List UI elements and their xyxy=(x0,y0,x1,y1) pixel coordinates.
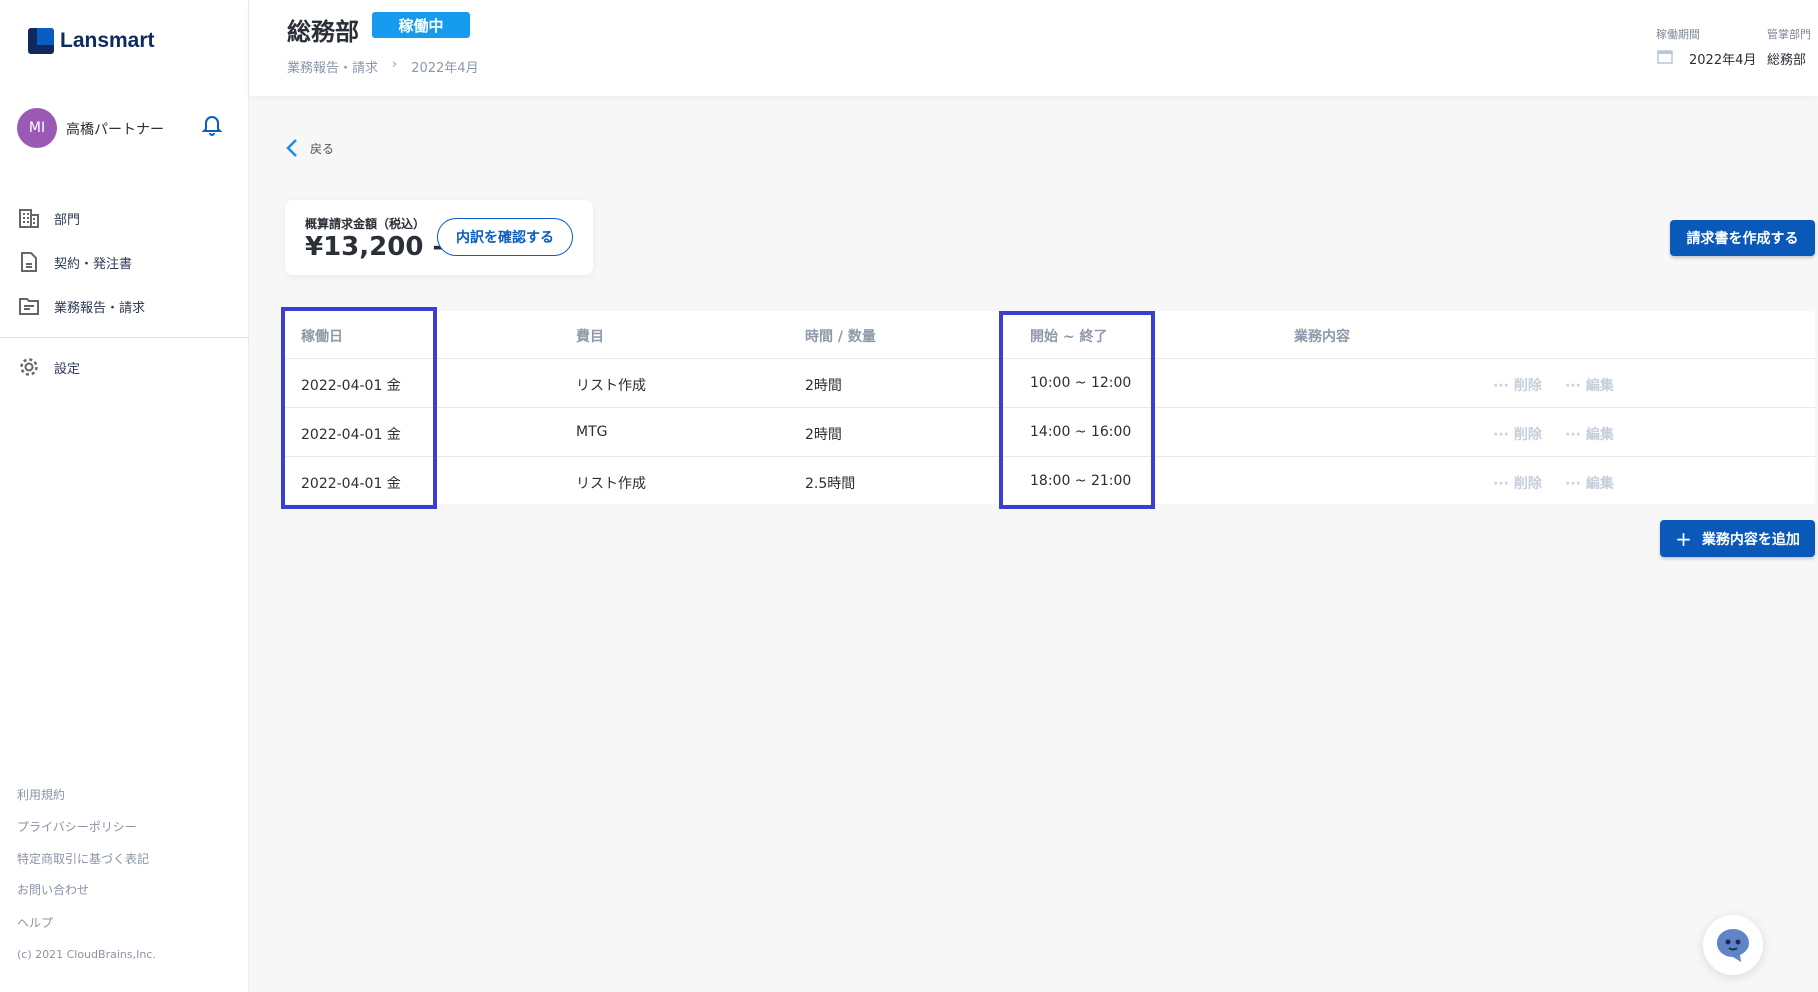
cell-item: リスト作成 xyxy=(576,378,646,394)
bell-icon[interactable] xyxy=(202,114,222,136)
delete-label: 削除 xyxy=(1513,378,1542,394)
edit-button[interactable]: ··· 編集 xyxy=(1565,375,1614,395)
breadcrumb-item[interactable]: 業務報告・請求 xyxy=(287,57,378,76)
column-header-description: 業務内容 xyxy=(1294,329,1350,345)
edit-button[interactable]: ··· 編集 xyxy=(1565,473,1614,493)
delete-button[interactable]: ··· 削除 xyxy=(1493,375,1542,395)
chatbot-icon xyxy=(1717,929,1749,962)
view-breakdown-button[interactable]: 内訳を確認する xyxy=(437,218,573,256)
add-task-label: 業務内容を追加 xyxy=(1701,531,1800,548)
sidebar-item-label: 設定 xyxy=(54,361,81,377)
back-button[interactable]: 戻る xyxy=(286,138,334,158)
delete-label: 削除 xyxy=(1513,476,1542,492)
building-icon xyxy=(19,209,39,228)
footer-link-commerce[interactable]: 特定商取引に基づく表記 xyxy=(17,850,149,867)
copyright: (c) 2021 CloudBrains,Inc. xyxy=(17,948,156,961)
back-label: 戻る xyxy=(310,141,335,156)
edit-button[interactable]: ··· 編集 xyxy=(1565,424,1614,444)
create-invoice-button[interactable]: 請求書を作成する xyxy=(1670,220,1815,256)
summary-card: 概算請求金額（税込） ¥13,200 - 内訳を確認する xyxy=(285,200,593,275)
document-icon xyxy=(21,252,37,272)
user-name[interactable]: 高橋パートナー xyxy=(66,119,164,139)
sidebar-item-reports[interactable]: 業務報告・請求 xyxy=(18,295,145,317)
period-label: 稼働期間 xyxy=(1656,28,1700,41)
edit-label: 編集 xyxy=(1585,378,1614,394)
sidebar-divider xyxy=(0,337,249,338)
cell-item: リスト作成 xyxy=(576,476,646,492)
chevron-left-icon xyxy=(286,139,297,157)
sidebar-item-label: 業務報告・請求 xyxy=(54,300,146,316)
edit-label: 編集 xyxy=(1585,476,1614,492)
cell-item: MTG xyxy=(576,424,608,440)
footer-link-privacy[interactable]: プライバシーポリシー xyxy=(17,818,137,835)
logo-mark-icon xyxy=(28,28,54,54)
chevron-right-icon: › xyxy=(392,57,398,72)
breadcrumb: 業務報告・請求 › 2022年4月 xyxy=(287,57,479,76)
plus-icon: + xyxy=(1675,526,1692,551)
gear-icon xyxy=(20,358,38,376)
delete-label: 削除 xyxy=(1513,427,1542,443)
sidebar-item-label: 契約・発注書 xyxy=(54,256,133,272)
highlight-date-column xyxy=(281,307,437,509)
cell-quantity: 2.5時間 xyxy=(805,476,856,492)
status-badge: 稼働中 xyxy=(372,12,470,38)
delete-button[interactable]: ··· 削除 xyxy=(1493,473,1542,493)
brand-name: Lansmart xyxy=(60,29,155,52)
sidebar-item-label: 部門 xyxy=(54,212,81,228)
footer-link-terms[interactable]: 利用規約 xyxy=(17,786,65,803)
sidebar-item-contracts[interactable]: 契約・発注書 xyxy=(18,251,132,273)
period-value: 2022年4月 xyxy=(1689,53,1757,68)
column-header-quantity: 時間 / 数量 xyxy=(805,329,876,345)
sidebar: Lansmart MI 高橋パートナー 部門 契約・発注書 業務報告・請求 設定… xyxy=(0,0,249,992)
add-task-button[interactable]: + 業務内容を追加 xyxy=(1660,520,1815,557)
breadcrumb-current: 2022年4月 xyxy=(411,61,479,76)
cell-quantity: 2時間 xyxy=(805,427,842,443)
footer-link-contact[interactable]: お問い合わせ xyxy=(17,881,89,898)
folder-icon xyxy=(19,298,39,315)
summary-amount: ¥13,200 - xyxy=(305,232,444,262)
column-header-item: 費目 xyxy=(576,329,604,345)
cell-quantity: 2時間 xyxy=(805,378,842,394)
delete-button[interactable]: ··· 削除 xyxy=(1493,424,1542,444)
footer-link-help[interactable]: ヘルプ xyxy=(17,914,53,931)
chatbot-button[interactable] xyxy=(1703,915,1763,975)
sidebar-item-settings[interactable]: 設定 xyxy=(18,356,80,378)
summary-label: 概算請求金額（税込） xyxy=(305,217,426,231)
calendar-icon xyxy=(1657,50,1673,64)
edit-label: 編集 xyxy=(1585,427,1614,443)
brand-logo[interactable]: Lansmart xyxy=(28,28,155,54)
avatar[interactable]: MI xyxy=(17,108,57,148)
dept-value: 総務部 xyxy=(1767,53,1807,68)
page-header: 総務部 稼働中 業務報告・請求 › 2022年4月 稼働期間 管掌部門 2022… xyxy=(249,0,1818,96)
sidebar-item-department[interactable]: 部門 xyxy=(18,207,80,229)
page-title: 総務部 xyxy=(287,18,359,46)
dept-label: 管掌部門 xyxy=(1767,28,1811,41)
highlight-time-column xyxy=(999,311,1155,509)
